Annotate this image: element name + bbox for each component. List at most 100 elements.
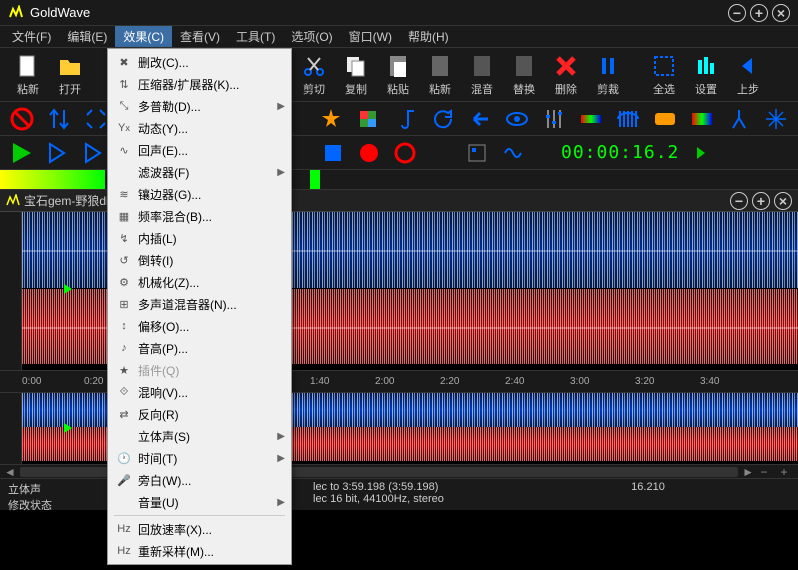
menu-effect-playback-rate[interactable]: Hz回放速率(X)...	[108, 518, 291, 540]
menu-effect-delete[interactable]: ✖删改(C)...	[108, 51, 291, 73]
block-icon[interactable]	[8, 105, 35, 133]
dynamics-icon: Yx	[114, 122, 134, 134]
doc-logo-icon	[6, 194, 20, 208]
star-icon[interactable]	[318, 105, 345, 133]
sparkle-icon[interactable]	[763, 105, 790, 133]
menu-effect-volume[interactable]: 音量(U)▶	[108, 491, 291, 513]
pitch-icon: ♪	[114, 342, 134, 354]
cube-icon[interactable]	[355, 105, 382, 133]
paste-new-button[interactable]: 粘新	[8, 51, 48, 99]
close-button[interactable]: ×	[772, 4, 790, 22]
expand-icon[interactable]	[82, 105, 109, 133]
menu-effect[interactable]: 效果(C)	[115, 26, 172, 47]
menu-effect-reverb[interactable]: ⟐混响(V)...	[108, 381, 291, 403]
menu-effect-voice[interactable]: 🎤旁白(W)...	[108, 469, 291, 491]
menu-effect-compressor[interactable]: ⇅压缩器/扩展器(K)...	[108, 73, 291, 95]
split-icon[interactable]	[726, 105, 753, 133]
hz2-icon: Hz	[114, 545, 134, 557]
arrow-left-icon[interactable]	[466, 105, 493, 133]
spectrum-icon[interactable]	[577, 105, 604, 133]
menu-effect-echo[interactable]: ∿回声(E)...	[108, 139, 291, 161]
delete-menu-icon: ✖	[114, 56, 134, 69]
menu-effect-offset[interactable]: ↕偏移(O)...	[108, 315, 291, 337]
menu-effect-multichannel[interactable]: ⊞多声道混音器(N)...	[108, 293, 291, 315]
multi-icon: ⊞	[114, 298, 134, 311]
menu-effect-reverse[interactable]: ↺倒转(I)	[108, 249, 291, 271]
doc-maximize-button[interactable]: +	[752, 192, 770, 210]
menu-effect-invert[interactable]: ⇄反向(R)	[108, 403, 291, 425]
menu-tool[interactable]: 工具(T)	[228, 26, 283, 47]
plugin-icon: ★	[114, 364, 134, 377]
replace-button[interactable]: 替换	[504, 51, 544, 99]
minimize-button[interactable]: −	[728, 4, 746, 22]
menu-effect-filter[interactable]: 滤波器(F)▶	[108, 161, 291, 183]
invert-icon: ⇄	[114, 408, 134, 421]
scroll-left-icon[interactable]: ◄	[4, 465, 16, 479]
swap-icon[interactable]	[45, 105, 72, 133]
echo-icon: ∿	[114, 144, 134, 157]
scroll-right-icon[interactable]: ►	[742, 465, 754, 479]
cut-button[interactable]: 剪切	[294, 51, 334, 99]
interp-icon: ↯	[114, 232, 134, 245]
zoom-out-icon[interactable]: −	[754, 465, 774, 479]
gate-icon[interactable]	[614, 105, 641, 133]
menu-effect-doppler[interactable]: ⤡多普勒(D)...▶	[108, 95, 291, 117]
mix-button[interactable]: 混音	[462, 51, 502, 99]
maximize-button[interactable]: +	[750, 4, 768, 22]
effect-menu-dropdown: ✖删改(C)... ⇅压缩器/扩展器(K)... ⤡多普勒(D)...▶ Yx动…	[107, 48, 292, 565]
menu-effect-interpolate[interactable]: ↯内插(L)	[108, 227, 291, 249]
prev-button[interactable]: 上步	[728, 51, 768, 99]
settings-button[interactable]: 设置	[686, 51, 726, 99]
doppler-icon: ⤡	[114, 100, 134, 113]
menu-edit[interactable]: 编辑(E)	[59, 26, 115, 47]
menu-option[interactable]: 选项(O)	[283, 26, 340, 47]
eye-icon[interactable]	[503, 105, 530, 133]
menu-effect-stereo[interactable]: 立体声(S)▶	[108, 425, 291, 447]
time-display: 00:00:16.2	[553, 142, 687, 163]
menu-file[interactable]: 文件(F)	[4, 26, 59, 47]
menu-effect-flange[interactable]: ≋镶边器(G)...	[108, 183, 291, 205]
hz-icon: Hz	[114, 523, 134, 535]
clock-icon: 🕐	[114, 452, 134, 465]
stop-button[interactable]	[319, 139, 347, 167]
menu-effect-pitch[interactable]: ♪音高(P)...	[108, 337, 291, 359]
record2-button[interactable]	[391, 139, 419, 167]
menu-effect-freq-blend[interactable]: ▦频率混合(B)...	[108, 205, 291, 227]
menu-effect-dynamics[interactable]: Yx动态(Y)...	[108, 117, 291, 139]
play2-button[interactable]	[44, 139, 72, 167]
menu-view[interactable]: 查看(V)	[172, 26, 228, 47]
select-all-button[interactable]: 全选	[644, 51, 684, 99]
status-selection: lec to 3:59.198 (3:59.198)	[313, 481, 550, 493]
menu-window[interactable]: 窗口(W)	[341, 26, 400, 47]
wave-icon[interactable]	[499, 139, 527, 167]
menu-effect-mechanize[interactable]: ⚙机械化(Z)...	[108, 271, 291, 293]
play3-button[interactable]	[80, 139, 108, 167]
play-button[interactable]	[8, 139, 36, 167]
status-mod: 修改状态	[8, 497, 97, 513]
open-button[interactable]: 打开	[50, 51, 90, 99]
spectrum2-icon[interactable]	[689, 105, 716, 133]
status-stereo: 立体声	[8, 481, 97, 497]
record-button[interactable]	[355, 139, 383, 167]
doc-minimize-button[interactable]: −	[730, 192, 748, 210]
badge-icon[interactable]	[652, 105, 679, 133]
menu-effect-time[interactable]: 🕐时间(T)▶	[108, 447, 291, 469]
note-icon[interactable]	[392, 105, 419, 133]
delete-button[interactable]: 删除	[546, 51, 586, 99]
trim-button[interactable]: 剪裁	[588, 51, 628, 99]
menu-help[interactable]: 帮助(H)	[400, 26, 457, 47]
app-title: GoldWave	[30, 5, 728, 20]
flange-icon: ≋	[114, 188, 134, 201]
zoom-in-icon[interactable]: +	[774, 465, 794, 479]
paste-button[interactable]: 粘贴	[378, 51, 418, 99]
paste-new2-button[interactable]: 粘新	[420, 51, 460, 99]
doc-close-button[interactable]: ×	[774, 192, 792, 210]
freq-icon: ▦	[114, 210, 134, 223]
menu-effect-resample[interactable]: Hz重新采样(M)...	[108, 540, 291, 562]
refresh-icon[interactable]	[429, 105, 456, 133]
copy-button[interactable]: 复制	[336, 51, 376, 99]
menubar: 文件(F) 编辑(E) 效果(C) 查看(V) 工具(T) 选项(O) 窗口(W…	[0, 26, 798, 48]
sliders-icon[interactable]	[540, 105, 567, 133]
clip-icon[interactable]	[463, 139, 491, 167]
reverse-icon: ↺	[114, 254, 134, 267]
